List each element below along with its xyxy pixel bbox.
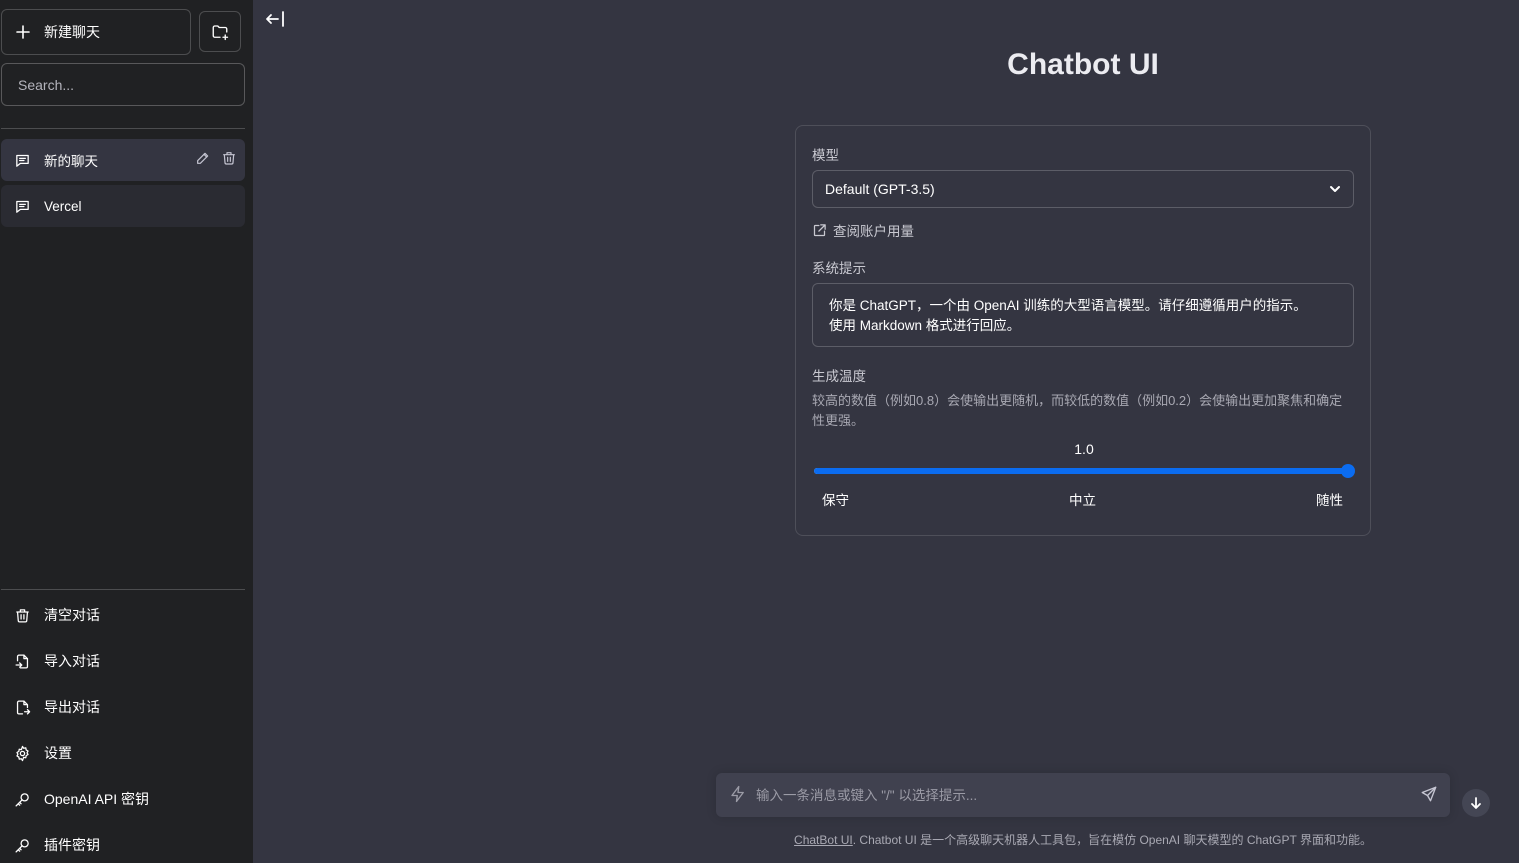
- message-icon: [14, 152, 31, 169]
- slider-label-neutral: 中立: [1069, 493, 1096, 508]
- scroll-down-button[interactable]: [1462, 789, 1490, 817]
- folder-plus-icon: [211, 23, 229, 41]
- message-icon: [14, 198, 31, 215]
- temperature-slider[interactable]: [814, 464, 1355, 478]
- model-select[interactable]: Default (GPT-3.5): [812, 170, 1354, 208]
- import-conversations-label: 导入对话: [44, 653, 100, 669]
- chevron-down-icon: [1328, 182, 1342, 196]
- export-file-icon: [14, 699, 31, 716]
- plus-icon: [16, 25, 30, 39]
- trash-icon[interactable]: [221, 150, 237, 166]
- import-conversations-button[interactable]: 导入对话: [1, 640, 245, 682]
- settings-label: 设置: [44, 745, 72, 761]
- plugin-keys-button[interactable]: 插件密钥: [1, 824, 245, 863]
- system-prompt-textarea[interactable]: 你是 ChatGPT，一个由 OpenAI 训练的大型语言模型。请仔细遵循用户的…: [812, 283, 1354, 347]
- conversation-label: Vercel: [44, 198, 82, 214]
- external-link-icon: [812, 223, 827, 238]
- chat-input-container: [716, 773, 1450, 817]
- gear-icon: [14, 745, 31, 762]
- temperature-value: 1.0: [1074, 441, 1094, 457]
- slider-label-conservative: 保守: [822, 493, 849, 508]
- trash-icon: [14, 607, 31, 624]
- clear-conversations-label: 清空对话: [44, 607, 100, 623]
- model-label: 模型: [812, 148, 839, 163]
- page-title: Chatbot UI: [1007, 48, 1159, 81]
- footer-link[interactable]: ChatBot UI: [794, 833, 853, 847]
- conversation-actions: [195, 150, 237, 166]
- arrow-down-icon: [1469, 796, 1483, 810]
- openai-api-key-label: OpenAI API 密钥: [44, 791, 150, 807]
- slider-label-random: 随性: [1316, 493, 1343, 508]
- conversation-item-vercel[interactable]: Vercel: [1, 185, 245, 227]
- arrow-left-bar-icon: [264, 10, 286, 28]
- account-usage-label: 查阅账户用量: [833, 224, 914, 239]
- model-settings-card: 模型 Default (GPT-3.5) 查阅账户用量 系统提示 你是 Chat…: [795, 125, 1371, 536]
- bolt-icon[interactable]: [729, 785, 747, 803]
- key-icon: [14, 837, 31, 854]
- sidebar: 新建聊天 新的聊天 Vercel 清空对话: [0, 0, 253, 863]
- temperature-description: 较高的数值（例如0.8）会使输出更随机，而较低的数值（例如0.2）会使输出更加聚…: [812, 393, 1343, 428]
- temperature-slider-fill: [814, 468, 1348, 474]
- clear-conversations-button[interactable]: 清空对话: [1, 594, 245, 636]
- conversation-item-new-chat[interactable]: 新的聊天: [1, 139, 245, 181]
- account-usage-link[interactable]: 查阅账户用量: [812, 220, 914, 240]
- footer-text: . Chatbot UI 是一个高级聊天机器人工具包，旨在模仿 OpenAI 聊…: [852, 833, 1372, 847]
- footer: ChatBot UI. Chatbot UI 是一个高级聊天机器人工具包，旨在模…: [716, 831, 1450, 848]
- system-prompt-line: 使用 Markdown 格式进行回应。: [829, 318, 1021, 333]
- search-input[interactable]: [1, 63, 245, 106]
- new-chat-button[interactable]: 新建聊天: [1, 9, 191, 55]
- sidebar-divider: [1, 589, 245, 590]
- collapse-sidebar-button[interactable]: [263, 8, 287, 30]
- temperature-label: 生成温度: [812, 369, 866, 384]
- import-file-icon: [14, 653, 31, 670]
- plugin-keys-label: 插件密钥: [44, 837, 100, 853]
- conversation-label: 新的聊天: [44, 154, 98, 169]
- openai-api-key-button[interactable]: OpenAI API 密钥: [1, 778, 245, 820]
- send-icon[interactable]: [1420, 785, 1438, 803]
- model-selected-value: Default (GPT-3.5): [825, 181, 935, 197]
- key-icon: [14, 791, 31, 808]
- chat-message-input[interactable]: [756, 773, 1406, 817]
- new-chat-label: 新建聊天: [44, 24, 100, 40]
- pencil-icon[interactable]: [195, 150, 211, 166]
- temperature-slider-thumb[interactable]: [1341, 464, 1355, 478]
- settings-button[interactable]: 设置: [1, 732, 245, 774]
- export-conversations-button[interactable]: 导出对话: [1, 686, 245, 728]
- new-folder-button[interactable]: [199, 11, 241, 52]
- system-prompt-line: 你是 ChatGPT，一个由 OpenAI 训练的大型语言模型。请仔细遵循用户的…: [829, 298, 1307, 313]
- sidebar-divider: [1, 128, 245, 129]
- export-conversations-label: 导出对话: [44, 699, 100, 715]
- system-prompt-label: 系统提示: [812, 261, 866, 276]
